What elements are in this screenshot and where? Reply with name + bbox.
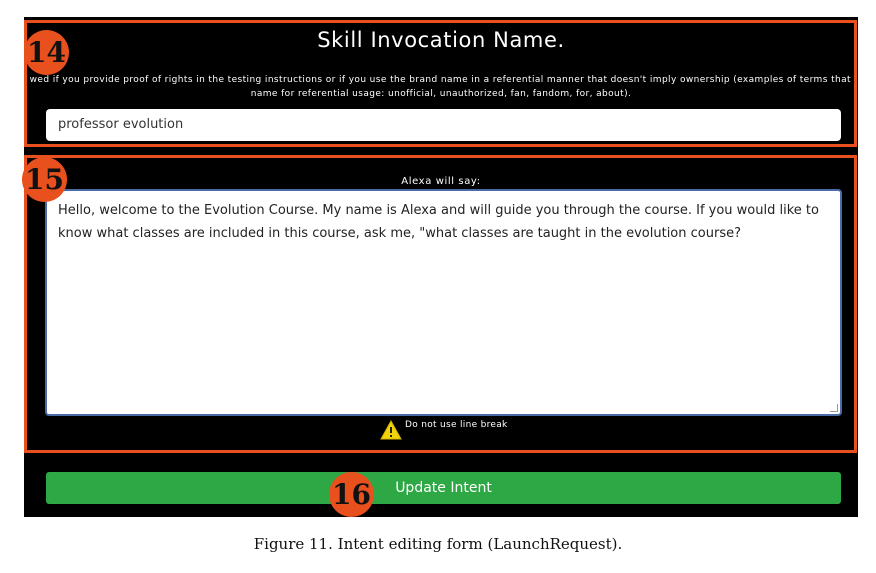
- alexa-will-say-label: Alexa will say:: [401, 176, 481, 187]
- response-textarea[interactable]: Hello, welcome to the Evolution Course. …: [45, 189, 842, 416]
- warning-icon: [380, 420, 402, 440]
- figure-caption: Figure 11. Intent editing form (LaunchRe…: [253, 535, 623, 553]
- description-line-1: allowed if you provide proof of rights i…: [30, 75, 852, 85]
- update-intent-button[interactable]: Update Intent: [46, 472, 841, 504]
- warning-text: Do not use line break: [405, 420, 508, 430]
- step-badge-15: 15: [22, 157, 67, 202]
- line-break-warning: Do not use line break: [380, 420, 508, 440]
- response-text: Hello, welcome to the Evolution Course. …: [58, 203, 819, 241]
- section-title: Skill Invocation Name.: [317, 28, 565, 52]
- invocation-description: allowed if you provide proof of rights i…: [30, 73, 852, 103]
- resize-handle-icon[interactable]: [830, 404, 838, 412]
- description-line-2: name for referential usage: unofficial, …: [250, 89, 632, 99]
- step-badge-14: 14: [24, 30, 69, 75]
- step-badge-16: 16: [329, 472, 374, 517]
- invocation-name-input[interactable]: professor evolution: [46, 109, 841, 141]
